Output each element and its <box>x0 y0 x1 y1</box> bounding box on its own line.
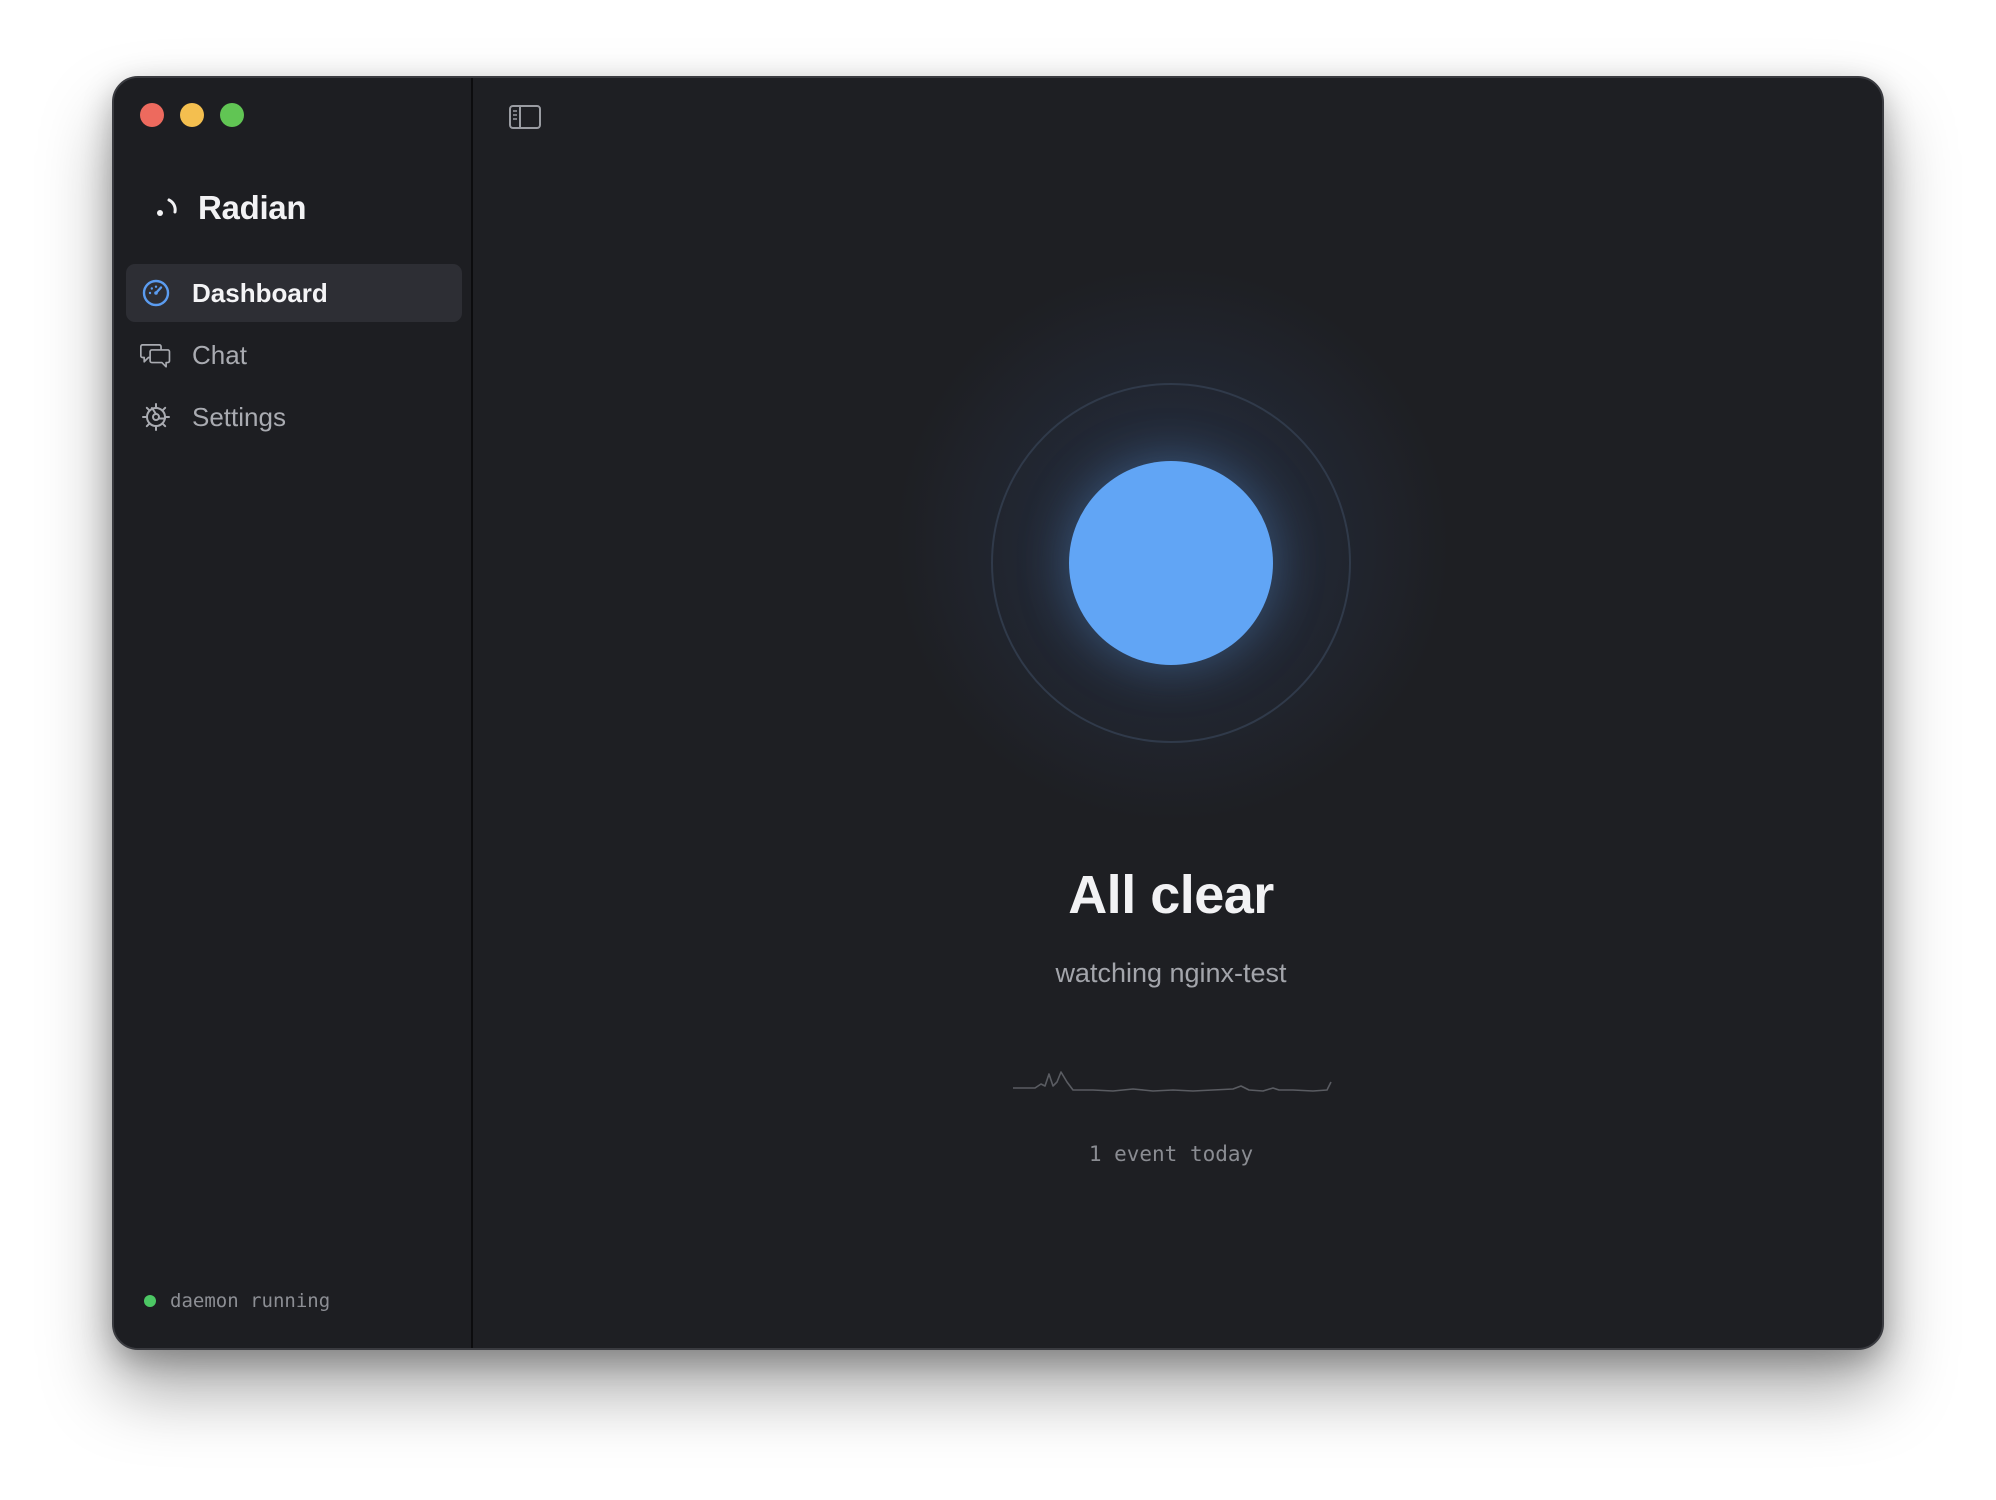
gear-icon <box>140 401 172 433</box>
status-title: All clear <box>1068 865 1274 925</box>
daemon-status-text: daemon running <box>170 1290 331 1312</box>
minimize-window-button[interactable] <box>180 103 204 127</box>
radian-logo-icon <box>157 198 177 216</box>
sidebar-item-dashboard[interactable]: Dashboard <box>126 264 462 322</box>
brand: Radian <box>154 186 307 230</box>
daemon-status: daemon running <box>144 1290 330 1312</box>
dashboard-main: All clear watching nginx-test 1 event to… <box>473 78 1882 1348</box>
sidebar-item-label: Chat <box>192 339 247 370</box>
sidebar-item-settings[interactable]: Settings <box>126 388 462 446</box>
gauge-icon <box>140 277 172 309</box>
status-subtitle: watching nginx-test <box>1055 958 1287 988</box>
events-count: 1 event today <box>1088 1142 1254 1166</box>
chat-bubbles-icon <box>140 339 172 371</box>
app-window: Radian Dashboard Chat Settings daemon ru… <box>112 76 1884 1350</box>
sidebar-item-label: Settings <box>192 401 286 432</box>
app-name: Radian <box>198 189 307 226</box>
activity-sparkline <box>1013 1071 1332 1092</box>
status-orb <box>1069 461 1273 665</box>
status-dot <box>144 1295 156 1307</box>
sidebar-item-chat[interactable]: Chat <box>126 326 462 384</box>
close-window-button[interactable] <box>140 103 164 127</box>
sidebar: Radian Dashboard Chat Settings daemon ru… <box>114 78 473 1348</box>
sidebar-nav: Dashboard Chat Settings <box>126 264 462 450</box>
sidebar-item-label: Dashboard <box>192 277 328 308</box>
maximize-window-button[interactable] <box>220 103 244 127</box>
